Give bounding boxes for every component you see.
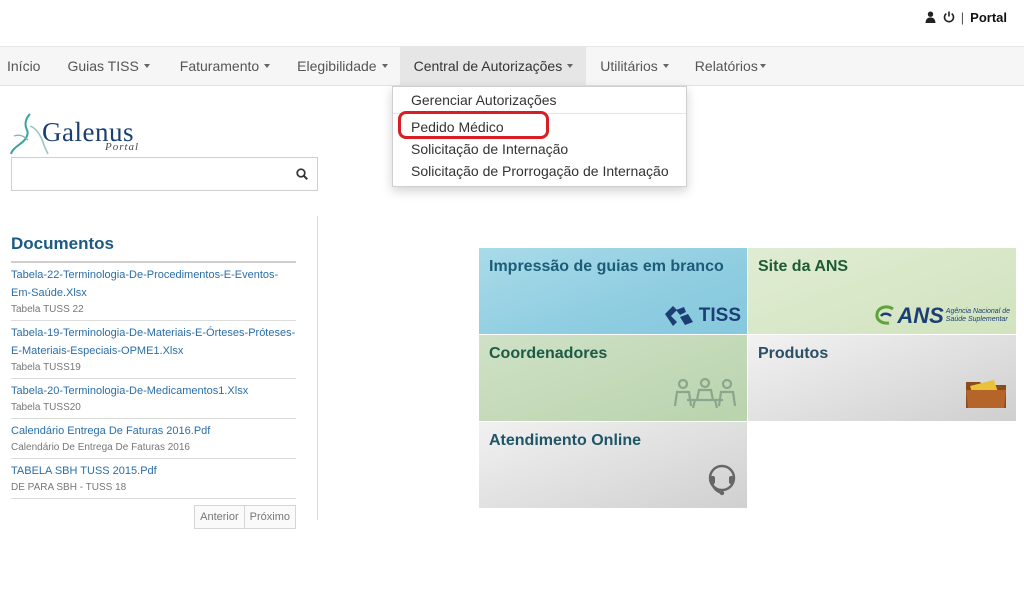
logo-subtitle: Portal — [105, 141, 140, 153]
caret-down-icon — [143, 64, 150, 68]
menu-item-pedido-medico[interactable]: Pedido Médico — [393, 116, 686, 138]
tile-title: Atendimento Online — [489, 432, 641, 449]
document-item: TABELA SBH TUSS 2015.Pdf DE PARA SBH - T… — [11, 459, 296, 499]
nav-label: Início — [7, 58, 41, 74]
nav-label: Elegibilidade — [297, 58, 377, 74]
folder-icon — [964, 376, 1008, 415]
document-link[interactable]: Tabela-19-Terminologia-De-Materiais-E-Ór… — [11, 324, 296, 360]
menu-divider — [393, 113, 686, 114]
headset-icon — [705, 463, 739, 502]
caret-down-icon — [381, 64, 388, 68]
tile-title: Produtos — [758, 345, 829, 362]
document-link[interactable]: Calendário Entrega De Faturas 2016.Pdf — [11, 422, 296, 440]
document-description: DE PARA SBH - TUSS 18 — [11, 482, 127, 493]
document-description: Tabela TUSS20 — [11, 402, 81, 413]
tile-title: Site da ANS — [758, 258, 849, 275]
tiss-logo-icon: TISS — [663, 304, 741, 328]
nav-label: Relatórios — [694, 58, 758, 74]
search-button[interactable] — [287, 158, 317, 190]
document-item: Tabela-19-Terminologia-De-Materiais-E-Ór… — [11, 321, 296, 379]
tiss-logo-text: TISS — [698, 305, 741, 326]
caret-down-icon — [759, 64, 766, 68]
documents-title: Documentos — [11, 234, 296, 263]
menu-item-solicitacao-prorrogacao-internacao[interactable]: Solicitação de Prorrogação de Internação — [393, 160, 686, 182]
ans-swirl-icon — [875, 305, 895, 325]
user-icon[interactable] — [925, 11, 937, 23]
tile-title: Impressão de guias em branco — [489, 258, 724, 275]
pager-next-button[interactable]: Próximo — [244, 505, 296, 529]
document-description: Tabela TUSS 22 — [11, 304, 84, 315]
nav-label: Guias TISS — [67, 58, 139, 74]
user-bar-separator: | — [960, 9, 965, 25]
caret-down-icon — [662, 64, 669, 68]
galenus-logo[interactable]: Galenus Portal — [10, 108, 160, 156]
ans-logo-subtext: Agência Nacional de Saúde Suplementar — [946, 308, 1010, 324]
nav-relatorios[interactable]: Relatórios — [682, 47, 776, 85]
tile-title: Coordenadores — [489, 345, 608, 362]
meeting-icon — [669, 376, 741, 415]
power-icon[interactable] — [943, 11, 955, 23]
ans-logo-icon: ANS Agência Nacional de Saúde Suplementa… — [875, 303, 1010, 329]
main-navbar: Início Guias TISS Faturamento Elegibilid… — [0, 46, 1024, 86]
tile-site-ans[interactable]: Site da ANS ANS Agência Nacional de Saúd… — [748, 248, 1016, 334]
portal-link[interactable]: Portal — [970, 10, 1007, 25]
document-link[interactable]: Tabela-22-Terminologia-De-Procedimentos-… — [11, 266, 296, 302]
documents-panel: Documentos Tabela-22-Terminologia-De-Pro… — [11, 234, 296, 529]
menu-item-gerenciar-autorizacoes[interactable]: Gerenciar Autorizações — [393, 89, 686, 111]
tile-produtos[interactable]: Produtos — [748, 335, 1016, 421]
tile-impressao-guias[interactable]: Impressão de guias em branco TISS — [479, 248, 747, 334]
document-item: Calendário Entrega De Faturas 2016.Pdf C… — [11, 419, 296, 459]
menu-item-solicitacao-internacao[interactable]: Solicitação de Internação — [393, 138, 686, 160]
document-link[interactable]: Tabela-20-Terminologia-De-Medicamentos1.… — [11, 382, 296, 400]
tile-coordenadores[interactable]: Coordenadores — [479, 335, 747, 421]
pager-previous-button[interactable]: Anterior — [194, 505, 245, 529]
document-description: Tabela TUSS19 — [11, 362, 81, 373]
tiss-arrows-icon — [664, 306, 693, 326]
document-description: Calendário De Entrega De Faturas 2016 — [11, 442, 190, 453]
column-divider — [317, 216, 318, 520]
nav-elegibilidade[interactable]: Elegibilidade — [280, 47, 399, 85]
nav-central-autorizacoes[interactable]: Central de Autorizações — [399, 47, 587, 85]
search-input[interactable] — [12, 158, 287, 190]
document-link[interactable]: TABELA SBH TUSS 2015.Pdf — [11, 462, 296, 480]
search-box — [11, 157, 318, 191]
nav-label: Faturamento — [179, 58, 260, 74]
nav-guias-tiss[interactable]: Guias TISS — [47, 47, 159, 85]
caret-down-icon — [264, 64, 271, 68]
documents-pager: Anterior Próximo — [11, 505, 296, 529]
central-autorizacoes-dropdown: Gerenciar Autorizações Pedido Médico Sol… — [392, 86, 687, 187]
nav-faturamento[interactable]: Faturamento — [160, 47, 280, 85]
document-item: Tabela-22-Terminologia-De-Procedimentos-… — [11, 263, 296, 321]
document-item: Tabela-20-Terminologia-De-Medicamentos1.… — [11, 379, 296, 419]
ans-subtext-line: Agência Nacional de — [945, 308, 1010, 315]
ans-subtext-line: Saúde Suplementar — [945, 316, 1008, 323]
caret-down-icon — [567, 64, 574, 68]
nav-label: Utilitários — [600, 58, 658, 74]
tile-atendimento-online[interactable]: Atendimento Online — [479, 422, 747, 508]
nav-label: Central de Autorizações — [413, 58, 563, 74]
user-bar: | Portal — [925, 8, 1007, 26]
nav-inicio[interactable]: Início — [0, 47, 47, 85]
nav-utilitarios[interactable]: Utilitários — [586, 47, 682, 85]
ans-logo-text: ANS — [897, 303, 944, 328]
search-icon — [296, 168, 308, 180]
